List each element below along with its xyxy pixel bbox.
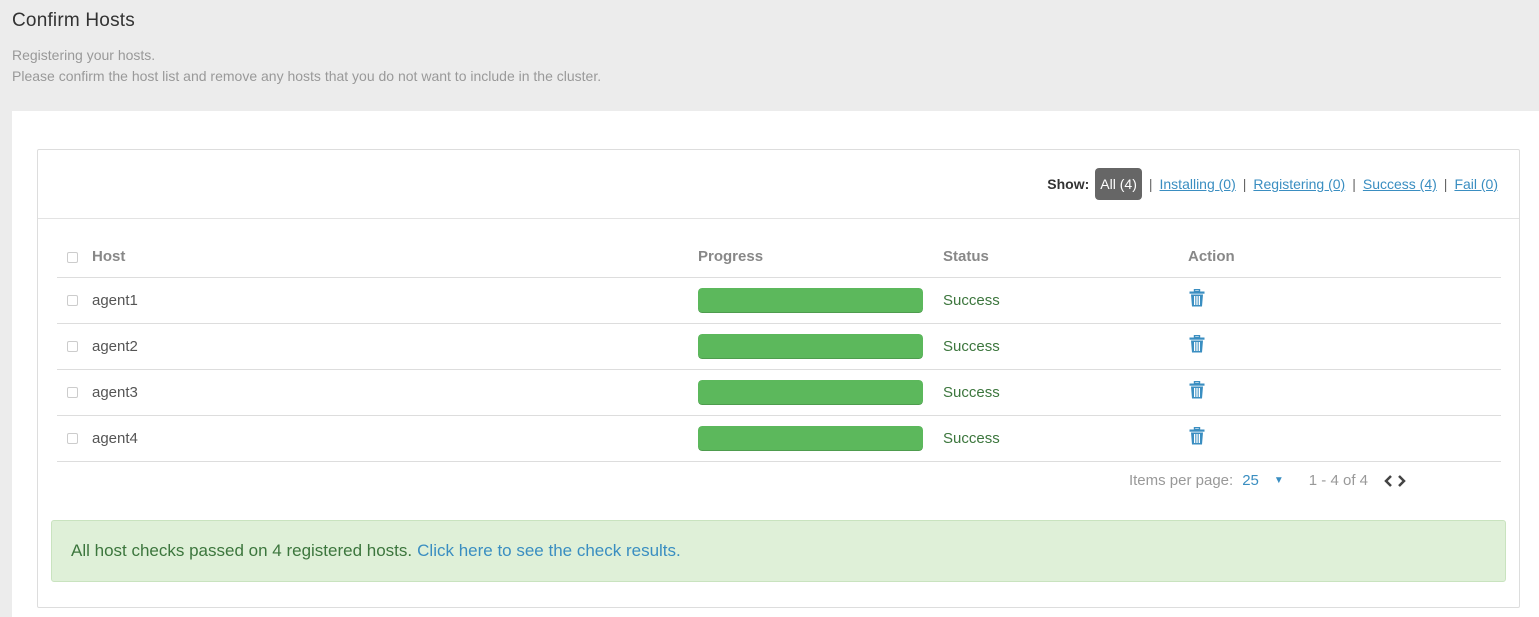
progress-bar-fill bbox=[698, 287, 923, 313]
subtitle-line-1: Registering your hosts. bbox=[12, 47, 156, 63]
table-row: agent4 Success bbox=[57, 415, 1501, 462]
table-header-row: Host Progress Status Action bbox=[57, 237, 1501, 278]
progress-bar-fill bbox=[698, 333, 923, 359]
table-row: agent2 Success bbox=[57, 323, 1501, 370]
filter-separator: | bbox=[1352, 176, 1356, 192]
trash-icon[interactable] bbox=[1189, 288, 1205, 307]
hosts-panel: Show: All (4) | Installing (0) | Registe… bbox=[37, 149, 1520, 608]
table-row: agent1 Success bbox=[57, 277, 1501, 324]
status-text: Success bbox=[943, 415, 1188, 462]
filter-all[interactable]: All (4) bbox=[1095, 168, 1142, 200]
progress-bar bbox=[698, 287, 923, 313]
chevron-right-icon[interactable] bbox=[1396, 474, 1408, 488]
page-title: Confirm Hosts bbox=[12, 10, 135, 31]
filter-success[interactable]: Success (4) bbox=[1363, 176, 1437, 192]
subtitle-line-2: Please confirm the host list and remove … bbox=[12, 68, 602, 84]
host-name: agent1 bbox=[92, 277, 698, 324]
status-filter-bar: Show: All (4) | Installing (0) | Registe… bbox=[38, 150, 1519, 219]
progress-bar-fill bbox=[698, 379, 923, 405]
table-row: agent3 Success bbox=[57, 369, 1501, 416]
page-subtitle: Registering your hosts. Please confirm t… bbox=[12, 45, 601, 87]
host-name: agent2 bbox=[92, 323, 698, 370]
page-header: Confirm Hosts Registering your hosts. Pl… bbox=[12, 10, 601, 87]
column-header-status: Status bbox=[943, 237, 1188, 278]
items-per-page-select[interactable]: 25 bbox=[1242, 472, 1259, 489]
filter-installing[interactable]: Installing (0) bbox=[1160, 176, 1236, 192]
column-header-progress: Progress bbox=[698, 237, 943, 278]
check-results-link[interactable]: Click here to see the check results. bbox=[417, 541, 681, 561]
host-name: agent3 bbox=[92, 369, 698, 416]
chevron-left-icon[interactable] bbox=[1382, 474, 1394, 488]
filter-separator: | bbox=[1443, 176, 1448, 192]
filter-separator: | bbox=[1148, 176, 1153, 192]
pagination-range: 1 - 4 of 4 bbox=[1308, 472, 1368, 489]
filter-fail[interactable]: Fail (0) bbox=[1454, 176, 1498, 192]
host-checks-alert: All host checks passed on 4 registered h… bbox=[51, 520, 1506, 582]
column-header-action: Action bbox=[1188, 237, 1501, 278]
progress-bar bbox=[698, 425, 923, 451]
row-checkbox[interactable] bbox=[67, 341, 78, 353]
pagination: Items per page: 25 ▼ 1 - 4 of 4 bbox=[1129, 472, 1408, 489]
alert-message: All host checks passed on 4 registered h… bbox=[71, 541, 413, 560]
row-checkbox[interactable] bbox=[67, 295, 78, 307]
progress-bar-fill bbox=[698, 425, 923, 451]
select-all-checkbox[interactable] bbox=[67, 251, 78, 263]
column-header-host: Host bbox=[92, 237, 698, 278]
content-area: Show: All (4) | Installing (0) | Registe… bbox=[12, 111, 1539, 617]
row-checkbox[interactable] bbox=[67, 433, 78, 445]
filter-registering[interactable]: Registering (0) bbox=[1253, 176, 1345, 192]
caret-down-icon[interactable]: ▼ bbox=[1274, 475, 1284, 486]
progress-bar bbox=[698, 333, 923, 359]
trash-icon[interactable] bbox=[1189, 426, 1205, 445]
hosts-table: Host Progress Status Action agent1 Succes… bbox=[57, 237, 1501, 462]
trash-icon[interactable] bbox=[1189, 380, 1205, 399]
host-name: agent4 bbox=[92, 415, 698, 462]
items-per-page-label: Items per page: bbox=[1128, 472, 1234, 489]
filter-separator: | bbox=[1242, 176, 1247, 192]
progress-bar bbox=[698, 379, 923, 405]
status-text: Success bbox=[943, 323, 1188, 370]
status-text: Success bbox=[943, 369, 1188, 416]
trash-icon[interactable] bbox=[1189, 334, 1205, 353]
status-text: Success bbox=[943, 277, 1188, 324]
row-checkbox[interactable] bbox=[67, 387, 78, 399]
filter-label: Show: bbox=[1047, 176, 1090, 192]
